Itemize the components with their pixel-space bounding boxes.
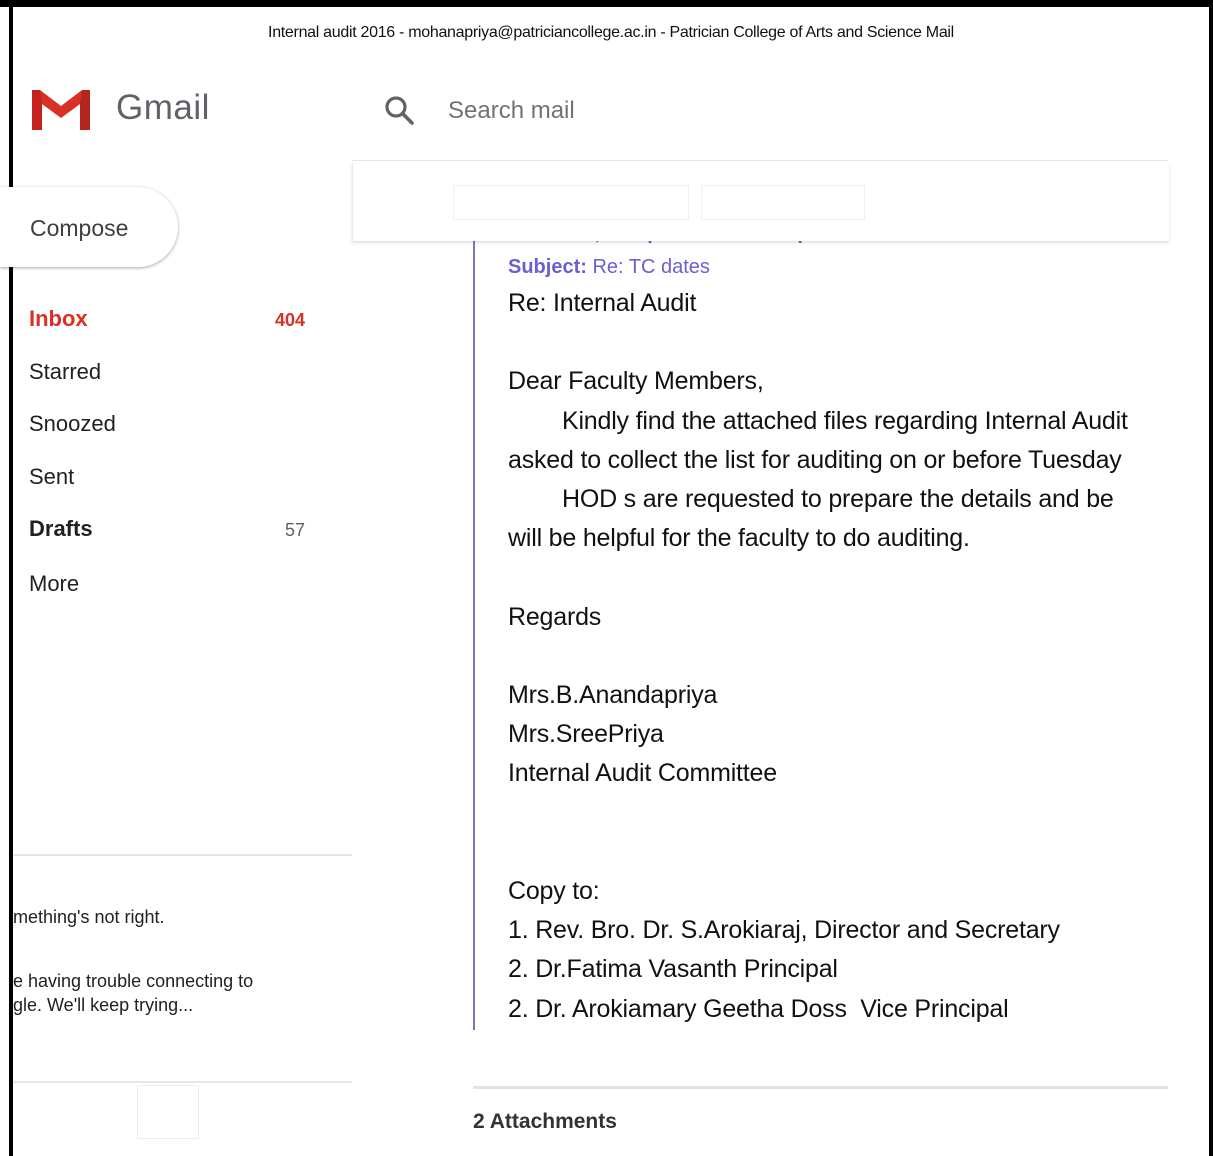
subject-value: Re: TC dates [592,256,710,278]
sidebar-item-inbox[interactable]: Inbox 404 [29,302,319,338]
sidebar-item-label: Starred [29,359,102,384]
gmail-logo-icon[interactable] [30,86,92,132]
sidebar-item-label: Drafts [29,516,93,541]
drafts-count: 57 [284,520,305,540]
toolbar-button[interactable] [701,185,865,220]
sidebar-item-drafts[interactable]: Drafts 57 [29,512,319,548]
sidebar-item-label: Sent [29,464,75,489]
sidebar-item-more[interactable]: More [29,567,319,603]
compose-button[interactable]: Compose [0,187,178,267]
toolbar-button[interactable] [453,185,689,220]
connection-error-message: e having trouble connecting to gle. We'l… [13,971,254,1015]
header-divider [352,160,1168,161]
attachments-divider [473,1086,1168,1089]
sidebar-item-starred[interactable]: Starred [29,355,319,391]
sidebar-item-label: More [29,571,80,596]
sidebar-item-sent[interactable]: Sent [29,460,319,496]
unread-count: 404 [274,310,305,330]
gmail-brand[interactable]: Gmail [116,88,210,128]
compose-label: Compose [30,215,129,241]
window-frame-top [0,0,1213,7]
window-frame-right [1209,0,1213,1156]
quoted-message-border [473,240,475,1030]
search-icon[interactable] [382,93,418,129]
sidebar-item-label: Inbox [29,306,88,331]
connection-error-title: mething's not right. [13,907,165,927]
window-title: Internal audit 2016 - mohanapriya@patric… [268,24,954,41]
sidebar-divider [13,854,352,856]
message-body: Re: Internal Audit Dear Faculty Members,… [508,289,1128,1023]
message-body-viewport: Re: Internal Audit Dear Faculty Members,… [508,284,1168,1034]
sidebar-divider [13,1081,352,1083]
message-toolbar [352,163,1169,241]
search-input[interactable] [448,94,948,128]
sidebar-item-snoozed[interactable]: Snoozed [29,407,319,443]
sidebar-item-label: Snoozed [29,411,116,436]
attachments-label: 2 Attachments [473,1110,617,1133]
quoted-subject: Subject: Re: TC dates [508,256,710,279]
hangouts-placeholder[interactable] [137,1085,199,1139]
subject-key: Subject: [508,256,587,278]
